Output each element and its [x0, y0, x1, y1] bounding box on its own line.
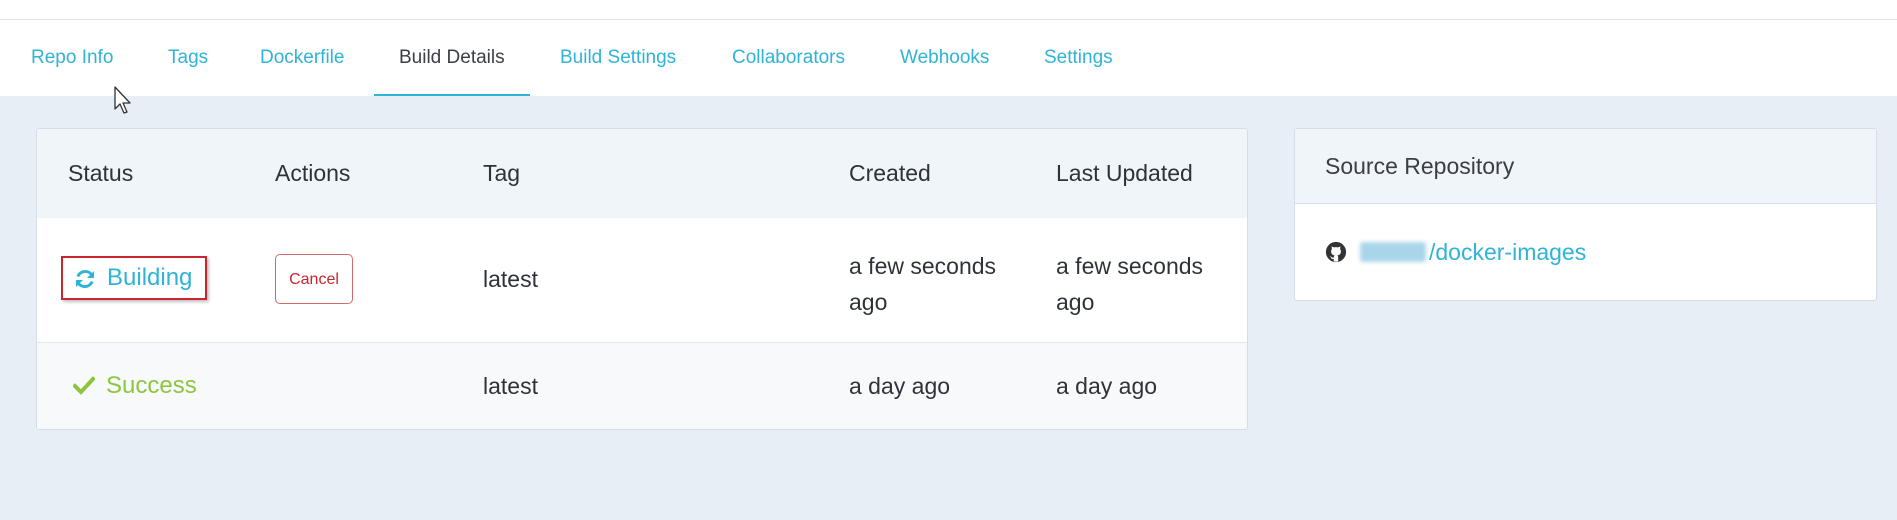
table-header-row: Status Actions Tag Created Last Updated — [37, 129, 1247, 219]
updated-cell: a few seconds ago — [1056, 248, 1203, 320]
tab-collaborators[interactable]: Collaborators — [732, 20, 845, 96]
tab-settings[interactable]: Settings — [1044, 20, 1113, 96]
header-last-updated: Last Updated — [1056, 160, 1193, 186]
tag-cell: latest — [483, 373, 538, 399]
updated-text-line2: ago — [1056, 289, 1095, 315]
status-badge-building[interactable]: Building — [61, 256, 207, 300]
tab-webhooks[interactable]: Webhooks — [900, 20, 989, 96]
source-repository-title: Source Repository — [1325, 153, 1515, 179]
tab-repo-info[interactable]: Repo Info — [31, 20, 113, 96]
refresh-icon — [76, 269, 94, 289]
status-label: Building — [107, 264, 193, 291]
tab-build-settings[interactable]: Build Settings — [560, 20, 676, 96]
created-text-line1: a few seconds — [849, 253, 997, 279]
updated-cell: a day ago — [1056, 373, 1158, 399]
created-cell: a day ago — [849, 373, 951, 399]
tab-dockerfile[interactable]: Dockerfile — [260, 20, 344, 96]
created-text-line2: ago — [849, 289, 888, 315]
source-repository-header: Source Repository — [1295, 129, 1876, 204]
top-header-strip — [0, 0, 1897, 20]
tab-build-details[interactable]: Build Details — [374, 20, 530, 96]
header-status: Status — [68, 160, 134, 186]
table-row: Success latest a day ago a day ago — [37, 343, 1247, 429]
repo-tab-bar: Repo Info Tags Dockerfile Build Details … — [0, 20, 1897, 96]
table-row: Building Cancel latest a few seconds ago… — [37, 218, 1247, 343]
tab-tags[interactable]: Tags — [168, 20, 208, 96]
source-repository-link[interactable]: /docker-images — [1429, 238, 1586, 266]
updated-text-line1: a few seconds — [1056, 253, 1204, 279]
header-tag: Tag — [483, 160, 521, 186]
status-label: Success — [106, 372, 197, 399]
header-actions: Actions — [275, 160, 351, 186]
tag-cell: latest — [483, 266, 538, 292]
mouse-cursor-icon — [114, 86, 131, 114]
header-created: Created — [849, 160, 931, 186]
github-icon — [1325, 241, 1347, 263]
source-repository-panel: Source Repository /docker-images — [1294, 128, 1877, 301]
cancel-build-button[interactable]: Cancel — [275, 254, 353, 304]
created-cell: a few seconds ago — [849, 248, 996, 320]
build-history-table: Status Actions Tag Created Last Updated … — [36, 128, 1248, 430]
source-repository-body: /docker-images — [1295, 204, 1876, 300]
checkmark-icon — [73, 376, 95, 395]
repo-owner-redacted — [1360, 242, 1426, 262]
